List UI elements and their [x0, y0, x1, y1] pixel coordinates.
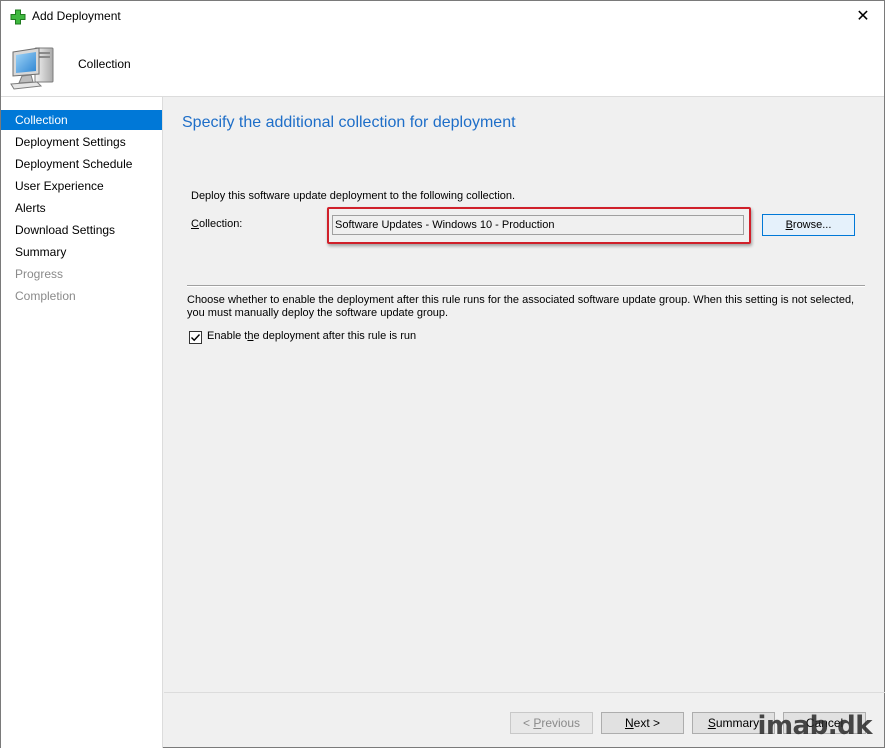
add-plus-icon [10, 9, 26, 25]
watermark-logo: imab.dk [757, 711, 873, 741]
deploy-instruction: Deploy this software update deployment t… [191, 190, 516, 202]
page-heading: Specify the additional collection for de… [182, 114, 516, 131]
nav-item-summary[interactable]: Summary [1, 242, 162, 262]
nav-item-download-settings[interactable]: Download Settings [1, 220, 162, 240]
window-title: Add Deployment [32, 9, 121, 23]
enable-deployment-label[interactable]: Enable the deployment after this rule is… [207, 330, 416, 342]
header-title: Collection [78, 57, 131, 71]
nav-item-user-experience[interactable]: User Experience [1, 176, 162, 196]
computer-icon [10, 47, 54, 90]
nav-item-collection[interactable]: Collection [1, 110, 162, 130]
title-bar: Add Deployment ✕ [1, 1, 884, 32]
page-header: Collection [1, 32, 884, 97]
section-separator [187, 285, 865, 287]
nav-item-progress: Progress [15, 267, 64, 281]
footer-separator [164, 692, 885, 693]
wizard-nav: Collection Deployment Settings Deploymen… [1, 97, 163, 748]
nav-item-deployment-settings[interactable]: Deployment Settings [1, 132, 162, 152]
close-button[interactable]: ✕ [848, 5, 878, 27]
collection-field[interactable]: Software Updates - Windows 10 - Producti… [332, 215, 744, 235]
collection-label: Collection: [191, 218, 243, 230]
add-deployment-window: Add Deployment ✕ Collection Collection D… [0, 0, 885, 748]
enable-description: Choose whether to enable the deployment … [187, 294, 855, 319]
nav-item-deployment-schedule[interactable]: Deployment Schedule [1, 154, 162, 174]
nav-item-completion: Completion [15, 289, 76, 303]
enable-deployment-checkbox[interactable] [189, 331, 202, 344]
next-button[interactable]: Next > [601, 712, 684, 734]
nav-item-alerts[interactable]: Alerts [1, 198, 162, 218]
browse-button[interactable]: Browse... [762, 214, 855, 236]
main-content: Specify the additional collection for de… [164, 98, 885, 692]
previous-button: < Previous [510, 712, 593, 734]
close-icon: ✕ [856, 8, 870, 25]
checkmark-icon [191, 334, 201, 342]
